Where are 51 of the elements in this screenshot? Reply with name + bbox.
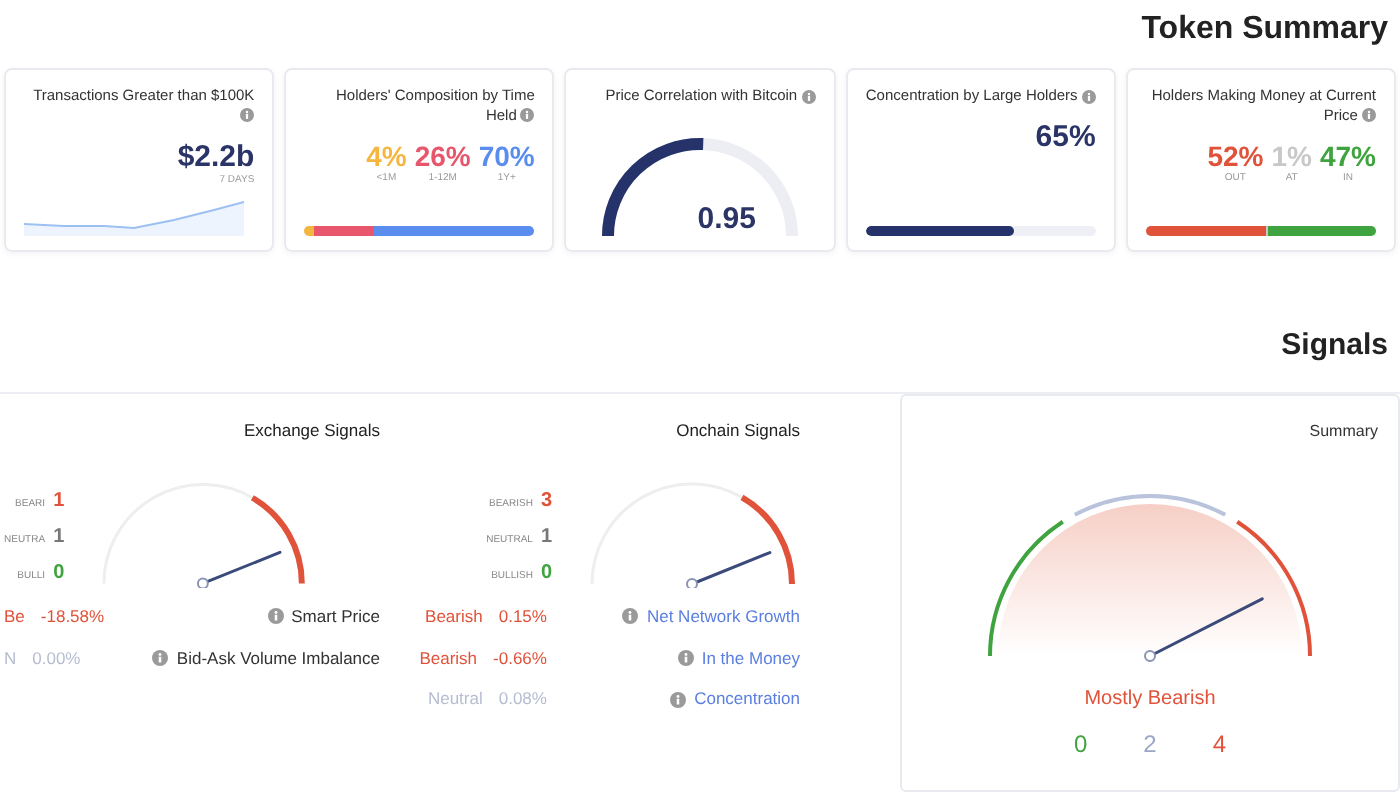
- gauge-needle: [686, 550, 772, 588]
- info-icon[interactable]: [1361, 108, 1376, 123]
- info-icon[interactable]: [677, 650, 694, 667]
- percent-value: 52%: [1207, 141, 1264, 173]
- signal-count: 0: [540, 559, 552, 588]
- signal-link[interactable]: Concentration: [694, 686, 800, 713]
- signal-change: 0.08%: [498, 686, 547, 713]
- signal-count: 4: [1212, 728, 1227, 763]
- signal-link[interactable]: Net Network Growth: [646, 603, 800, 630]
- info-icon[interactable]: [520, 108, 535, 123]
- signal-count: 0: [53, 559, 65, 588]
- signal-verdict: Bearish: [419, 645, 478, 671]
- section-title: Signals: [1279, 326, 1390, 367]
- percent-value: 47%: [1319, 141, 1376, 173]
- info-icon[interactable]: [152, 650, 169, 667]
- signal-link[interactable]: In the Money: [701, 645, 800, 671]
- percent-value: 4%: [366, 141, 407, 173]
- signal-change: -0.66%: [493, 645, 547, 671]
- signal-count: 3: [540, 487, 552, 516]
- page-title: Token Summary: [1139, 10, 1390, 49]
- card-value: $2.2b: [175, 141, 255, 175]
- signal-verdict: N: [4, 645, 17, 671]
- gauge-needle: [1144, 597, 1264, 663]
- signal-change: -18.58%: [40, 603, 105, 630]
- info-icon[interactable]: [1081, 89, 1096, 104]
- info-icon[interactable]: [622, 608, 639, 625]
- signal-count: 0: [1073, 728, 1088, 763]
- info-icon[interactable]: [670, 691, 687, 708]
- signal-change: 0.15%: [498, 603, 547, 630]
- info-icon[interactable]: [240, 108, 255, 123]
- group-title: Exchange Signals: [241, 418, 380, 444]
- card-value: 65%: [1033, 121, 1096, 155]
- info-icon[interactable]: [801, 89, 816, 104]
- signal-verdict: Bearish: [425, 603, 483, 630]
- gauge-needle: [197, 550, 282, 588]
- signal-count: 1: [53, 487, 65, 516]
- signal-count: 1: [53, 523, 65, 552]
- signal-name: Bid-Ask Volume Imbalance: [176, 645, 380, 671]
- signal-change: 0.00%: [32, 645, 81, 671]
- sentiment-label: Mostly Bearish: [1082, 686, 1218, 715]
- info-icon[interactable]: [267, 608, 284, 625]
- group-title: Onchain Signals: [674, 418, 800, 444]
- signal-verdict: Neutral: [427, 686, 483, 713]
- panel-title: Summary: [1307, 420, 1378, 445]
- signal-count: 1: [540, 523, 552, 552]
- signal-name: Smart Price: [291, 603, 380, 630]
- percent-value: 26%: [414, 141, 471, 173]
- signal-verdict: Be: [4, 603, 25, 630]
- card-value: 0.95: [697, 203, 756, 237]
- percent-value: 70%: [478, 141, 535, 173]
- signal-count: 2: [1143, 728, 1157, 763]
